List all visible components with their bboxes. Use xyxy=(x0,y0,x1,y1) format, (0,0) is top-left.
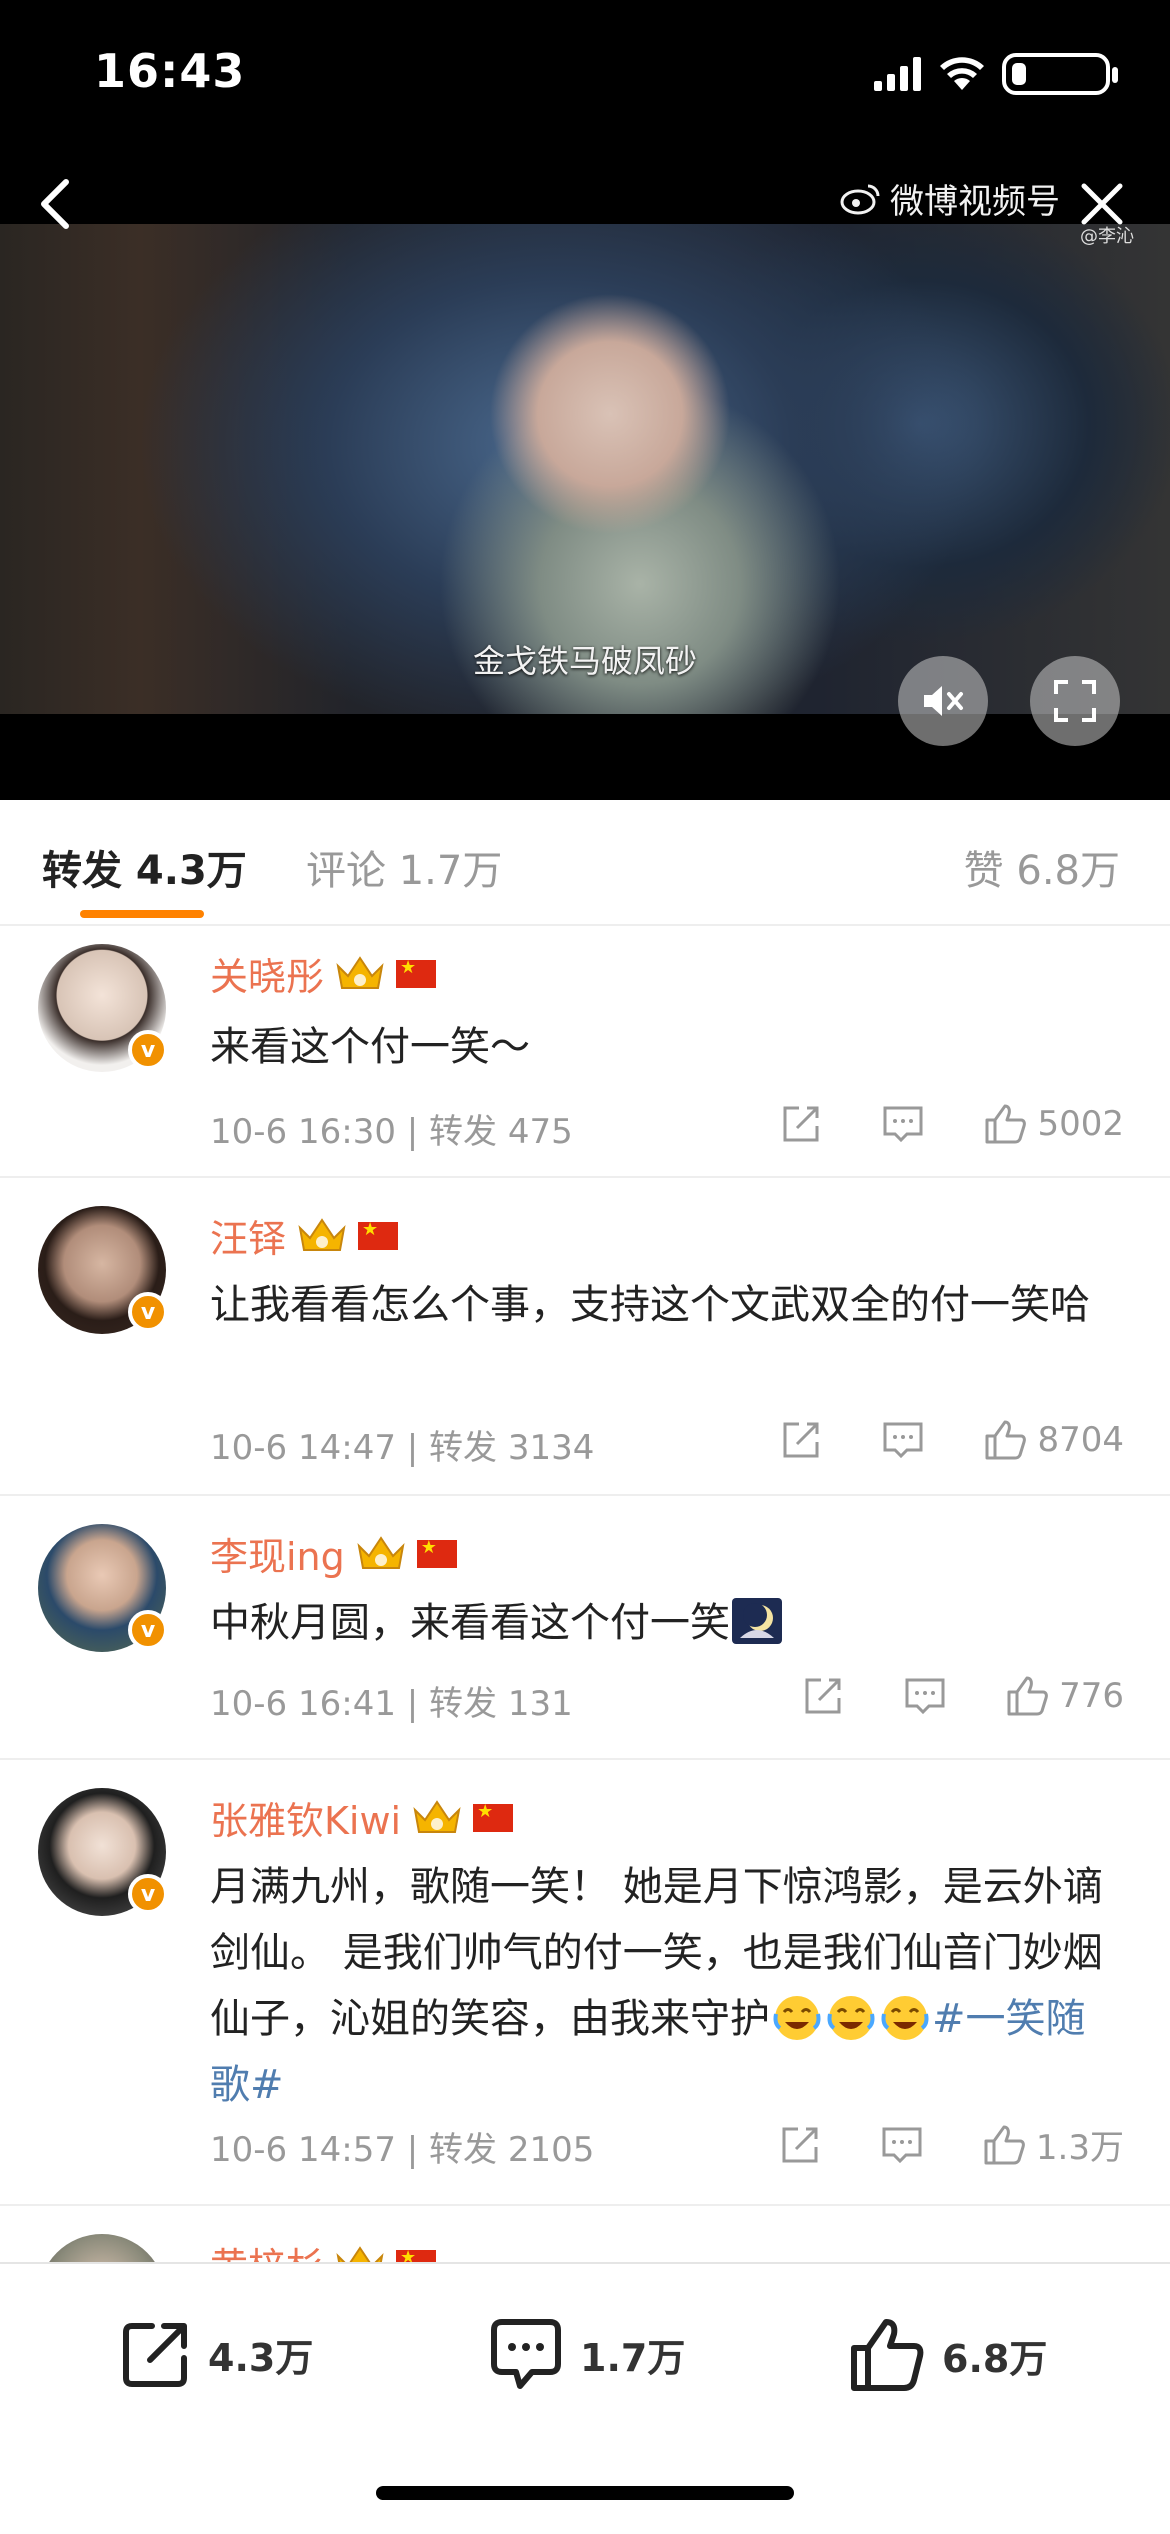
comment-text: 月满九州，歌随一笑！ 她是月下惊鸿影，是云外谪剑仙。 是我们帅气的付一笑，也是我… xyxy=(210,1854,1120,2118)
comment-meta: 10-6 14:47 | 转发 3134 xyxy=(210,1428,595,1468)
weibo-video-watermark: 微博视频号 xyxy=(840,174,1060,223)
like-count: 6.8万 xyxy=(942,2336,1048,2381)
video-subtitle: 金戈铁马破凤砂 xyxy=(472,642,697,680)
moon-festival-emoji-icon xyxy=(732,1598,782,1644)
home-indicator[interactable] xyxy=(376,2486,794,2500)
comment-text: 中秋月圆，来看看这个付一笑 xyxy=(210,1590,1120,1656)
repost-icon[interactable] xyxy=(801,1674,845,1718)
comment-actions: 1.3万 xyxy=(778,2120,1124,2169)
tab-bar: 转发 4.3万 评论 1.7万 赞 6.8万 xyxy=(0,800,1170,926)
like-icon[interactable] xyxy=(983,1102,1027,1146)
crown-badge-icon xyxy=(357,1535,405,1569)
comment-text: 来看这个付一笑～ xyxy=(210,1024,530,1070)
status-icons xyxy=(874,52,1118,96)
tab-likes[interactable]: 赞 6.8万 xyxy=(964,838,1120,896)
verified-badge-icon: v xyxy=(128,1610,168,1650)
comment-count: 1.7万 xyxy=(580,2335,686,2380)
list-item[interactable]: v 汪铎 让我看看怎么个事，支持这个文武双全的付一笑哈 10-6 14:47 |… xyxy=(0,1176,1170,1496)
user-name[interactable]: 汪铎 xyxy=(210,1208,286,1263)
video-frame[interactable]: 金戈铁马破凤砂 xyxy=(0,224,1170,714)
cellular-signal-icon xyxy=(874,57,921,91)
status-time: 16:43 xyxy=(94,44,246,98)
china-flag-icon xyxy=(396,957,437,988)
comment-actions: 776 xyxy=(801,1674,1124,1718)
comment-icon xyxy=(491,2319,561,2389)
comment-icon[interactable] xyxy=(880,2123,924,2167)
crying-laughing-emoji-icon xyxy=(827,1996,875,2040)
china-flag-icon xyxy=(473,1801,514,1832)
verified-badge-icon: v xyxy=(128,1292,168,1332)
battery-level xyxy=(1012,63,1026,85)
repost-icon[interactable] xyxy=(779,1418,823,1462)
like-button[interactable]: 6.8万 xyxy=(848,2316,1047,2394)
crying-laughing-emoji-icon xyxy=(881,1996,929,2040)
comment-button[interactable]: 1.7万 xyxy=(486,2316,685,2392)
fullscreen-icon xyxy=(1054,680,1096,722)
like-count: 1.3万 xyxy=(1035,2128,1124,2168)
close-icon[interactable] xyxy=(1074,176,1130,232)
weibo-logo-icon xyxy=(840,184,880,214)
china-flag-icon xyxy=(416,1537,457,1568)
comment-actions: 5002 xyxy=(779,1102,1124,1146)
comment-meta: 10-6 16:41 | 转发 131 xyxy=(210,1684,573,1724)
list-item[interactable]: 黄梓杉 xyxy=(0,2204,1170,2266)
repost-icon[interactable] xyxy=(779,1102,823,1146)
mute-button[interactable] xyxy=(898,656,988,746)
bottom-action-bar: 4.3万 1.7万 6.8万 xyxy=(0,2262,1170,2534)
china-flag-icon xyxy=(358,1219,399,1250)
like-count: 5002 xyxy=(1037,1104,1124,1144)
like-icon[interactable] xyxy=(1005,1674,1049,1718)
list-item[interactable]: v 关晓彤 来看这个付一笑～ 10-6 16:30 | 转发 475 5002 xyxy=(0,926,1170,1178)
list-item[interactable]: v 李现ing 中秋月圆，来看看这个付一笑 10-6 16:41 | 转发 13… xyxy=(0,1494,1170,1760)
repost-icon[interactable] xyxy=(778,2123,822,2167)
comment-meta: 10-6 14:57 | 转发 2105 xyxy=(210,2130,595,2170)
comment-icon[interactable] xyxy=(881,1102,925,1146)
wifi-icon xyxy=(940,57,984,90)
comment-icon[interactable] xyxy=(903,1674,947,1718)
like-count: 8704 xyxy=(1037,1420,1124,1460)
like-icon[interactable] xyxy=(983,1418,1027,1462)
watermark-text: 微博视频号 xyxy=(890,182,1060,222)
speaker-muted-icon xyxy=(924,686,963,716)
crown-badge-icon xyxy=(413,1799,461,1833)
user-name[interactable]: 关晓彤 xyxy=(210,946,324,1001)
repost-list[interactable]: v 关晓彤 来看这个付一笑～ 10-6 16:30 | 转发 475 5002 … xyxy=(0,926,1170,2266)
crying-laughing-emoji-icon xyxy=(773,1996,821,2040)
battery-icon xyxy=(1002,53,1118,95)
verified-badge-icon: v xyxy=(128,1030,168,1070)
crown-badge-icon xyxy=(298,1217,346,1251)
comment-meta: 10-6 16:30 | 转发 475 xyxy=(210,1112,573,1152)
like-icon xyxy=(851,2319,924,2391)
back-icon[interactable] xyxy=(28,174,88,234)
comment-text: 让我看看怎么个事，支持这个文武双全的付一笑哈 xyxy=(210,1282,1090,1328)
tab-comments[interactable]: 评论 1.7万 xyxy=(306,838,502,896)
comment-text-body: 中秋月圆，来看看这个付一笑 xyxy=(210,1600,730,1646)
like-icon[interactable] xyxy=(982,2123,1026,2167)
user-name[interactable]: 张雅钦Kiwi xyxy=(210,1790,401,1845)
name-row: 汪铎 xyxy=(210,1208,399,1263)
comment-icon[interactable] xyxy=(881,1418,925,1462)
name-row: 关晓彤 xyxy=(210,946,437,1001)
status-bar: 16:43 xyxy=(0,0,1170,150)
repost-button[interactable]: 4.3万 xyxy=(118,2316,313,2392)
video-player[interactable]: 金戈铁马破凤砂 微博视频号 @李沁 xyxy=(0,150,1170,800)
repost-count: 4.3万 xyxy=(208,2335,314,2380)
name-row: 李现ing xyxy=(210,1526,457,1581)
user-name[interactable]: 李现ing xyxy=(210,1526,345,1581)
crown-badge-icon xyxy=(336,955,384,989)
list-item[interactable]: v 张雅钦Kiwi 月满九州，歌随一笑！ 她是月下惊鸿影，是云外谪剑仙。 是我们… xyxy=(0,1758,1170,2206)
comment-actions: 8704 xyxy=(779,1418,1124,1462)
verified-badge-icon: v xyxy=(128,1874,168,1914)
repost-icon xyxy=(123,2323,187,2387)
active-tab-indicator xyxy=(80,910,204,918)
fullscreen-button[interactable] xyxy=(1030,656,1120,746)
tab-reposts[interactable]: 转发 4.3万 xyxy=(42,838,247,896)
like-count: 776 xyxy=(1059,1676,1124,1716)
name-row: 张雅钦Kiwi xyxy=(210,1790,514,1845)
